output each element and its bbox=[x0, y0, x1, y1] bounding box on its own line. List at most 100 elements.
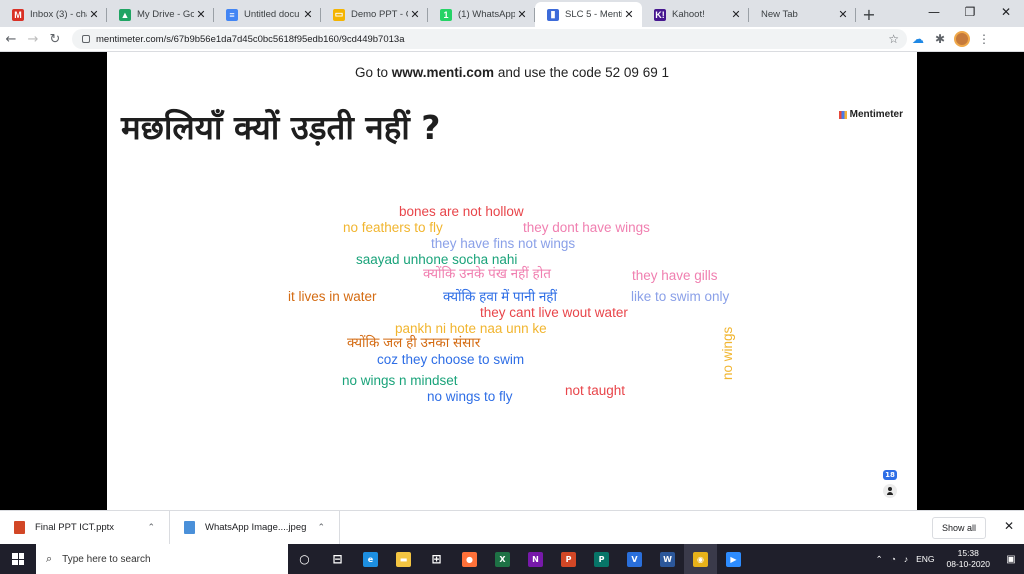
browser-menu-icon[interactable]: ⋮ bbox=[973, 28, 995, 50]
profile-avatar[interactable] bbox=[951, 28, 973, 50]
tab-close-icon[interactable]: ✕ bbox=[515, 8, 529, 21]
back-icon[interactable]: ← bbox=[0, 28, 22, 50]
instructions-middle: and use the code bbox=[494, 65, 606, 80]
tab-close-icon[interactable]: ✕ bbox=[194, 8, 208, 21]
excel-icon[interactable]: X bbox=[486, 544, 519, 574]
join-code: 52 09 69 1 bbox=[605, 65, 669, 80]
chevron-up-icon[interactable]: ⌃ bbox=[317, 522, 325, 533]
chevron-up-icon[interactable]: ⌃ bbox=[147, 522, 155, 533]
tab-close-icon[interactable]: ✕ bbox=[301, 8, 315, 21]
browser-tab[interactable]: New Tab ✕ bbox=[749, 2, 856, 27]
start-button[interactable] bbox=[0, 544, 36, 574]
word-cloud-entry: like to swim only bbox=[631, 289, 730, 304]
word-cloud-entry: they cant live wout water bbox=[480, 305, 628, 320]
vpn-icon[interactable]: V bbox=[618, 544, 651, 574]
publisher-icon[interactable]: P bbox=[585, 544, 618, 574]
onenote-icon[interactable]: N bbox=[519, 544, 552, 574]
tab-close-icon[interactable]: ✕ bbox=[408, 8, 422, 21]
download-item[interactable]: Final PPT ICT.pptx ⌃ bbox=[0, 510, 170, 545]
task-view-icon[interactable]: ○ bbox=[288, 544, 321, 574]
question-heading: मछलियाँ क्यों उड़ती नहीं ? bbox=[121, 108, 441, 147]
gmail-icon: M bbox=[12, 8, 24, 21]
file-icon bbox=[184, 521, 195, 534]
tab-close-icon[interactable]: ✕ bbox=[729, 8, 743, 21]
word-cloud-entry: coz they choose to swim bbox=[377, 352, 525, 367]
address-url: mentimeter.com/s/67b9b56e1da7d45c0bc5618… bbox=[96, 33, 405, 45]
search-icon: ⌕ bbox=[46, 552, 53, 565]
widgets-icon[interactable]: ⊟ bbox=[321, 544, 354, 574]
response-count: 18 bbox=[883, 470, 897, 480]
tab-title: Kahoot! bbox=[672, 9, 705, 20]
tray-overflow-icon[interactable]: ⌃ bbox=[876, 554, 883, 565]
show-all-button[interactable]: Show all bbox=[931, 517, 986, 539]
word-cloud-entry: it lives in water bbox=[288, 289, 377, 304]
powerpoint-icon[interactable]: P bbox=[552, 544, 585, 574]
browser-tab[interactable]: ▮ SLC 5 - Mentir ✕ bbox=[535, 2, 642, 27]
download-filename: WhatsApp Image....jpeg bbox=[205, 522, 307, 533]
instructions-prefix: Go to bbox=[355, 65, 392, 80]
browser-tab[interactable]: ≡ Untitled docu ✕ bbox=[214, 2, 321, 27]
word-cloud-entry: bones are not hollow bbox=[399, 204, 524, 219]
forward-icon[interactable]: → bbox=[22, 28, 44, 50]
clock-time: 15:38 bbox=[957, 548, 979, 558]
close-downloads-icon[interactable]: ✕ bbox=[1004, 519, 1014, 533]
browser-tab[interactable]: ▭ Demo PPT - G ✕ bbox=[321, 2, 428, 27]
word-cloud-entry: क्योंकि हवा में पानी नहीं bbox=[443, 289, 557, 304]
tab-close-icon[interactable]: ✕ bbox=[87, 8, 101, 21]
word-cloud-entry: they have gills bbox=[632, 268, 718, 283]
tab-title: SLC 5 - Mentir bbox=[565, 9, 622, 20]
word-cloud-entry: not taught bbox=[565, 383, 626, 398]
store-icon[interactable]: ⊞ bbox=[420, 544, 453, 574]
edge-icon[interactable]: e bbox=[354, 544, 387, 574]
drive-icon: ▲ bbox=[119, 8, 131, 21]
slides-icon: ▭ bbox=[333, 8, 345, 21]
word-cloud-entry: they dont have wings bbox=[523, 220, 650, 235]
tab-title: New Tab bbox=[761, 9, 798, 20]
browser-tab[interactable]: K! Kahoot! ✕ bbox=[642, 2, 749, 27]
file-icon bbox=[14, 521, 25, 534]
browser-toolbar: ← → ↻ mentimeter.com/s/67b9b56e1da7d45c0… bbox=[0, 27, 1024, 52]
kahoot-icon: K! bbox=[654, 8, 666, 21]
windows-taskbar: ⌕ Type here to search ○ ⊟ e ▬ ⊞ ● X N P P V W ◉ ▶ ⌃ ◔… bbox=[0, 544, 1024, 574]
join-instructions: Go to www.menti.com and use the code 52 … bbox=[107, 65, 917, 80]
mentimeter-brand: Mentimeter bbox=[838, 109, 903, 120]
minimize-icon[interactable]: — bbox=[916, 0, 952, 24]
word-cloud-entry: क्योंकि उनके पंख नहीं होत bbox=[423, 266, 551, 281]
bookmark-star-icon[interactable]: ☆ bbox=[888, 32, 899, 46]
volume-icon[interactable]: ♪ bbox=[904, 554, 908, 564]
network-icon[interactable]: ◔ bbox=[891, 554, 896, 564]
browser-tab[interactable]: 1 (1) WhatsApp ✕ bbox=[428, 2, 535, 27]
browser-tab[interactable]: M Inbox (3) - cha ✕ bbox=[0, 2, 107, 27]
zoom-icon[interactable]: ▶ bbox=[717, 544, 750, 574]
download-item[interactable]: WhatsApp Image....jpeg ⌃ bbox=[170, 510, 340, 545]
taskbar-search[interactable]: ⌕ Type here to search bbox=[36, 544, 288, 574]
address-bar[interactable]: mentimeter.com/s/67b9b56e1da7d45c0bc5618… bbox=[72, 29, 907, 49]
browser-tab[interactable]: ▲ My Drive - Go ✕ bbox=[107, 2, 214, 27]
mentimeter-icon: ▮ bbox=[547, 8, 559, 21]
browser-tab-strip: M Inbox (3) - cha ✕ ▲ My Drive - Go ✕ ≡ Untitle… bbox=[0, 0, 1024, 27]
downloads-bar: Final PPT ICT.pptx ⌃ WhatsApp Image....jpe… bbox=[0, 510, 1024, 545]
word-cloud-entry: pankh ni hote naa unn ke bbox=[395, 321, 547, 336]
clock[interactable]: 15:38 08-10-2020 bbox=[947, 548, 990, 570]
file-explorer-icon[interactable]: ▬ bbox=[387, 544, 420, 574]
lock-icon bbox=[82, 35, 90, 43]
notification-center-icon[interactable]: ▣ bbox=[998, 544, 1024, 574]
onedrive-extension-icon[interactable]: ☁ bbox=[907, 28, 929, 50]
reload-icon[interactable]: ↻ bbox=[44, 28, 66, 50]
chrome-icon[interactable]: ◉ bbox=[684, 544, 717, 574]
tab-title: Untitled docu bbox=[244, 9, 300, 20]
tab-title: My Drive - Go bbox=[137, 9, 194, 20]
language-indicator[interactable]: ENG bbox=[916, 554, 934, 564]
system-tray: ⌃ ◔ ♪ ENG 15:38 08-10-2020 ▣ bbox=[872, 544, 1024, 574]
extensions-puzzle-icon[interactable]: ✱ bbox=[929, 28, 951, 50]
tab-title: Inbox (3) - cha bbox=[30, 9, 87, 20]
new-tab-button[interactable]: + bbox=[856, 2, 882, 27]
firefox-icon[interactable]: ● bbox=[453, 544, 486, 574]
tab-close-icon[interactable]: ✕ bbox=[836, 8, 850, 21]
search-placeholder: Type here to search bbox=[62, 553, 151, 565]
close-window-icon[interactable]: ✕ bbox=[988, 0, 1024, 24]
word-icon[interactable]: W bbox=[651, 544, 684, 574]
word-cloud-entry: क्योंकि जल ही उनका संसार bbox=[347, 335, 481, 350]
tab-close-icon[interactable]: ✕ bbox=[622, 8, 636, 21]
restore-icon[interactable]: ❐ bbox=[952, 0, 988, 24]
